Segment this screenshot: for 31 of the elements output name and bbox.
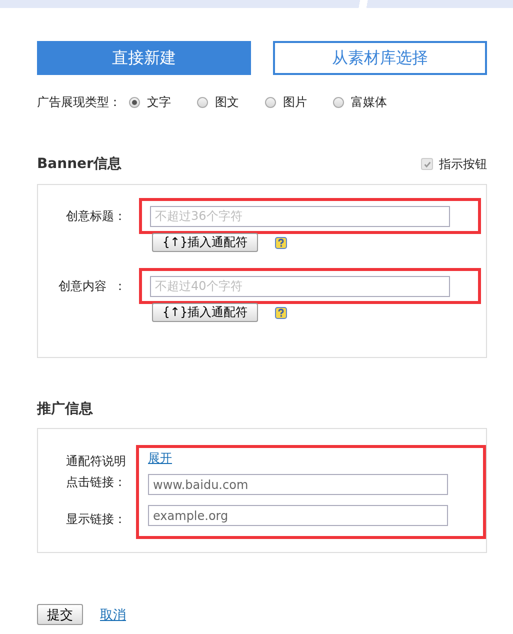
- submit-button[interactable]: 提交: [37, 604, 83, 625]
- input-field[interactable]: example.org: [148, 505, 448, 526]
- radio-button[interactable]: [129, 96, 140, 108]
- radio-label[interactable]: 富媒体: [351, 94, 387, 110]
- radio-button[interactable]: [265, 96, 276, 108]
- radio-button[interactable]: [197, 96, 208, 108]
- mode-tab[interactable]: 从素材库选择: [273, 41, 487, 75]
- help-icon[interactable]: [275, 236, 287, 248]
- field-label: 创意标题：: [65, 208, 127, 224]
- checkbox[interactable]: [421, 158, 433, 170]
- radio-label[interactable]: 文字: [147, 94, 171, 110]
- radio-button[interactable]: [333, 96, 344, 108]
- field-label: 点击链接：: [65, 474, 127, 491]
- field-label: 创意内容 ：: [57, 278, 127, 294]
- insert-wildcard-button[interactable]: {↑}插入通配符: [152, 303, 258, 322]
- ad-type-label: 广告展现类型：: [37, 94, 121, 110]
- input-field[interactable]: 不超过36个字符: [150, 206, 450, 226]
- input-field[interactable]: 不超过40个字符: [150, 276, 450, 296]
- cancel-link[interactable]: 取消: [100, 606, 126, 624]
- field-label: 显示链接：: [65, 511, 127, 528]
- checkbox-label[interactable]: 指示按钮: [439, 156, 487, 172]
- mode-tab[interactable]: 直接新建: [37, 41, 251, 75]
- section-title: Banner信息: [37, 155, 122, 173]
- help-icon[interactable]: [275, 306, 287, 318]
- radio-label[interactable]: 图文: [215, 94, 239, 110]
- field-label: 通配符说明: [65, 453, 127, 470]
- input-field[interactable]: www.baidu.com: [148, 474, 448, 495]
- insert-wildcard-button[interactable]: {↑}插入通配符: [152, 233, 258, 252]
- section-title: 推广信息: [37, 400, 94, 418]
- radio-label[interactable]: 图片: [283, 94, 307, 110]
- expand-link[interactable]: 展开: [148, 448, 172, 468]
